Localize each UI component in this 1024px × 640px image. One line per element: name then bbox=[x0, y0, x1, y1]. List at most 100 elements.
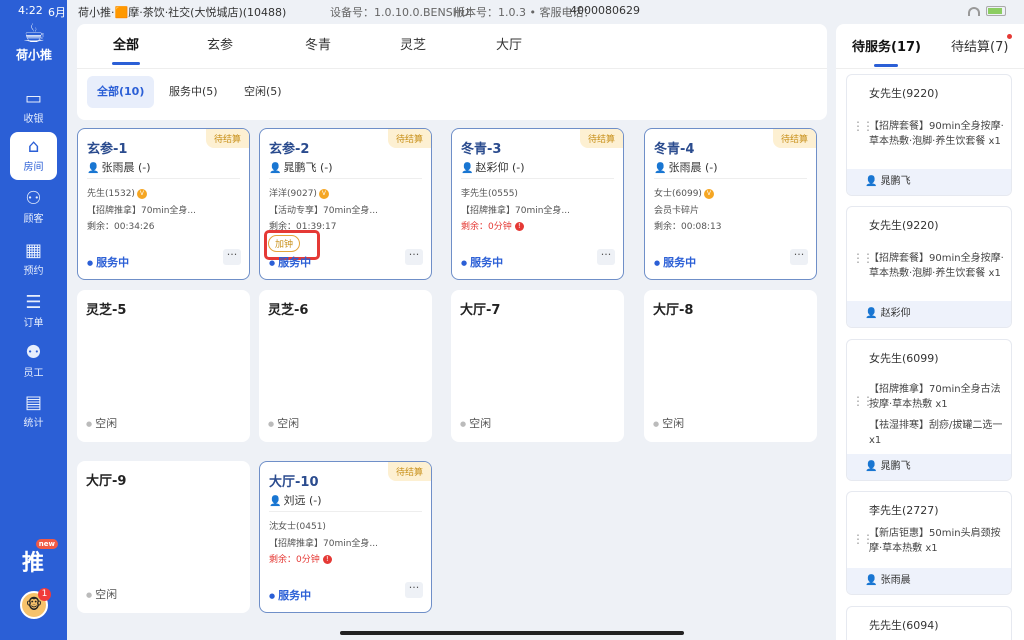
room-name: 大厅-7 bbox=[460, 303, 501, 318]
room-name: 冬青-4 bbox=[654, 142, 695, 157]
more-button[interactable]: ··· bbox=[597, 249, 615, 265]
guest-name: 李先生(2727) bbox=[869, 504, 939, 517]
room-card[interactable]: 大厅-9 空闲 bbox=[77, 461, 250, 613]
tab-hall[interactable]: 大厅 bbox=[496, 34, 522, 53]
room-card[interactable]: 大厅-7 空闲 bbox=[451, 290, 624, 442]
guest-name: 女士(6099) bbox=[654, 189, 702, 199]
list-item[interactable]: 先先生(6094) bbox=[846, 606, 1012, 640]
list-item[interactable]: 女先生(6099) ⋮⋮ 【招牌推拿】70min全身古法按摩·草本热敷 x1 【… bbox=[846, 339, 1012, 481]
sidebar-item-rooms[interactable]: ⌂ 房间 bbox=[10, 132, 57, 180]
room-card[interactable]: 玄参-1 待结算 👤 张雨晨 (-) 先生(1532) V 【招牌推拿】70min全… bbox=[77, 128, 250, 280]
sidebar-item-customers[interactable]: ⚇ 顾客 bbox=[10, 184, 57, 232]
service-item: 【新店钜惠】50min头肩颈按摩·草本热敷 x1 bbox=[869, 528, 1001, 554]
tab-pending-settlement[interactable]: 待结算(7) bbox=[951, 34, 1013, 55]
status-badge: 空闲 bbox=[268, 415, 299, 431]
divider bbox=[269, 511, 422, 512]
sidebar-item-label: 预约 bbox=[23, 266, 44, 277]
technician: 👤 赵彩仰 (-) bbox=[461, 159, 525, 175]
tab-lingzhi[interactable]: 灵芝 bbox=[400, 34, 426, 53]
status-badge: 服务中 bbox=[87, 254, 129, 270]
more-button[interactable]: ··· bbox=[405, 249, 423, 265]
room-panel-header: 全部 玄参 冬青 灵芝 大厅 全部(10) 服务中(5) 空闲(5) bbox=[77, 24, 827, 120]
tabs-divider bbox=[77, 68, 827, 69]
status-badge: 服务中 bbox=[461, 254, 503, 270]
technician-name: 晁鹏飞 (-) bbox=[283, 161, 333, 174]
service-item: 会员卡碎片 bbox=[654, 206, 700, 216]
tab-xuanshen[interactable]: 玄参 bbox=[207, 34, 233, 53]
status-bar: 4:22 6月 荷小推·🟧摩·茶饮·社交(大悦城店)(10488) 设备号：1.… bbox=[0, 0, 1024, 24]
cash-register-icon: ▭ bbox=[24, 88, 42, 109]
filter-in-service[interactable]: 服务中(5) bbox=[159, 76, 228, 108]
sidebar-item-orders[interactable]: ☰ 订单 bbox=[10, 288, 57, 336]
technician-name: 晁鹏飞 bbox=[880, 176, 911, 187]
guest: 洋洋(9027) V bbox=[269, 186, 329, 199]
room-card[interactable]: 灵芝-5 空闲 bbox=[77, 290, 250, 442]
technician-name: 张雨晨 (-) bbox=[668, 161, 718, 174]
technician: 👤 赵彩仰 bbox=[847, 301, 1011, 327]
more-button[interactable]: ··· bbox=[790, 249, 808, 265]
status-badge: 服务中 bbox=[269, 587, 311, 603]
list-item[interactable]: 女先生(9220) ⋮⋮ 【招牌套餐】90min全身按摩·草本热敷·泡脚·养生饮… bbox=[846, 206, 1012, 328]
technician: 👤 刘远 (-) bbox=[269, 492, 322, 508]
guest-name: 洋洋(9027) bbox=[269, 189, 317, 199]
more-button[interactable]: ··· bbox=[223, 249, 241, 265]
room-name: 玄参-1 bbox=[87, 142, 128, 157]
home-icon: ⌂ bbox=[27, 136, 40, 157]
store-name: 荷小推·🟧摩·茶饮·社交(大悦城店)(10488) bbox=[78, 6, 287, 19]
calendar-icon: ▦ bbox=[24, 240, 42, 261]
remaining-time-text: 剩余：0分钟 bbox=[461, 222, 512, 232]
wifi-icon bbox=[968, 6, 980, 16]
sidebar-item-label: 统计 bbox=[23, 418, 44, 429]
divider bbox=[654, 178, 807, 179]
tab-dongqing[interactable]: 冬青 bbox=[305, 34, 331, 53]
room-name: 大厅-9 bbox=[86, 474, 127, 489]
list-item[interactable]: 女先生(9220) ⋮⋮ 【招牌套餐】90min全身按摩·草本热敷·泡脚·养生饮… bbox=[846, 74, 1012, 196]
room-card[interactable]: 灵芝-6 空闲 bbox=[259, 290, 432, 442]
sidebar-item-booking[interactable]: ▦ 预约 bbox=[10, 236, 57, 284]
status-badge: 空闲 bbox=[653, 415, 684, 431]
room-card[interactable]: 大厅-10 待结算 👤 刘远 (-) 沈女士(0451) 【招牌推拿】70min全… bbox=[259, 461, 432, 613]
list-item[interactable]: 李先生(2727) ⋮⋮ 【新店钜惠】50min头肩颈按摩·草本热敷 x1 👤 … bbox=[846, 491, 1012, 595]
filter-all[interactable]: 全部(10) bbox=[87, 76, 155, 108]
sidebar-item-label: 员工 bbox=[23, 368, 44, 379]
person-icon: 👤 bbox=[269, 163, 282, 174]
vip-icon: V bbox=[318, 188, 329, 199]
avatar[interactable]: 🐵 1 bbox=[20, 588, 51, 619]
remaining-time: 剩余：0分钟! bbox=[269, 552, 332, 565]
remaining-time: 剩余：00:34:26 bbox=[87, 222, 155, 232]
service-item: 【招牌推拿】70min全身... bbox=[461, 206, 571, 216]
guest: 先生(1532) V bbox=[87, 186, 147, 199]
room-name: 灵芝-6 bbox=[268, 303, 309, 318]
pending-settlement-tag: 待结算 bbox=[387, 129, 431, 148]
sidebar-item-label: 订单 bbox=[23, 318, 44, 329]
home-indicator bbox=[340, 631, 684, 635]
queue-panel: 待服务(17) 待结算(7) 女先生(9220) ⋮⋮ 【招牌套餐】90min全… bbox=[836, 24, 1024, 640]
technician: 👤 张雨晨 (-) bbox=[654, 159, 718, 175]
sidebar-item-staff[interactable]: ⚉ 员工 bbox=[10, 338, 57, 386]
room-card[interactable]: 大厅-8 空闲 bbox=[644, 290, 817, 442]
sidebar-item-stats[interactable]: ▤ 统计 bbox=[10, 388, 57, 436]
date: 6月 bbox=[48, 6, 66, 19]
status-badge: 空闲 bbox=[86, 415, 117, 431]
room-name: 大厅-8 bbox=[653, 303, 694, 318]
room-card[interactable]: 冬青-4 待结算 👤 张雨晨 (-) 女士(6099) V 会员卡碎片 剩余：00:… bbox=[644, 128, 817, 280]
person-icon: 👤 bbox=[461, 163, 474, 174]
room-card[interactable]: 玄参-2 待结算 👤 晁鹏飞 (-) 洋洋(9027) V 【活动专享】70min全… bbox=[259, 128, 432, 280]
tab-waiting-service[interactable]: 待服务(17) bbox=[852, 36, 921, 55]
app-logo: ☕ 荷小推 bbox=[8, 21, 60, 63]
warning-icon: ! bbox=[514, 222, 524, 231]
room-card[interactable]: 冬青-3 待结算 👤 赵彩仰 (-) 李先生(0555) 【招牌推拿】70min全… bbox=[451, 128, 624, 280]
filter-idle[interactable]: 空闲(5) bbox=[234, 76, 292, 108]
technician: 👤 张雨晨 bbox=[847, 568, 1011, 594]
remaining-time: 剩余：00:08:13 bbox=[654, 222, 722, 232]
guest-name: 女先生(9220) bbox=[869, 87, 939, 100]
person-icon: 👤 bbox=[654, 163, 667, 174]
more-button[interactable]: ··· bbox=[405, 582, 423, 598]
guest-name: 沈女士(0451) bbox=[269, 522, 326, 532]
tab-all[interactable]: 全部 bbox=[113, 34, 139, 53]
sidebar: ☕ 荷小推 ▭ 收银 ⌂ 房间 ⚇ 顾客 ▦ 预约 ☰ 订单 ⚉ 员工 ▤ 统计… bbox=[0, 0, 67, 640]
pending-settlement-tag: 待结算 bbox=[579, 129, 623, 148]
service-item: 【招牌套餐】90min全身按摩·草本热敷·泡脚·养生饮套餐 x1 bbox=[869, 121, 1004, 147]
shop-icon[interactable]: 推 new bbox=[18, 539, 58, 576]
sidebar-item-cashier[interactable]: ▭ 收银 bbox=[10, 84, 57, 132]
